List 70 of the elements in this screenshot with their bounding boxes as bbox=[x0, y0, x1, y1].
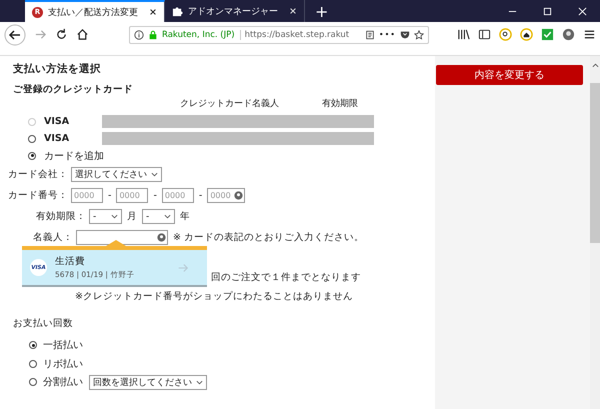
radio-label: 分割払い bbox=[43, 376, 83, 390]
separator: - bbox=[108, 190, 112, 201]
radio-button[interactable] bbox=[29, 341, 37, 350]
field-label: カード番号： bbox=[8, 189, 68, 202]
right-arrow-icon bbox=[177, 262, 189, 274]
note-text: ※クレジットカード番号がショップにわたることはありません bbox=[75, 290, 353, 304]
autofill-icon bbox=[234, 191, 244, 200]
library-icon[interactable] bbox=[457, 28, 470, 41]
puzzle-icon bbox=[172, 6, 183, 16]
scrollbar[interactable] bbox=[590, 56, 600, 409]
close-icon[interactable] bbox=[149, 8, 157, 16]
scroll-up-icon[interactable] bbox=[592, 62, 598, 69]
radio-label: 一括払い bbox=[43, 338, 83, 352]
card-number-field[interactable]: 0000 bbox=[71, 188, 103, 203]
url-text: https://basket.step.rakut bbox=[244, 30, 350, 40]
menu-icon[interactable] bbox=[583, 28, 596, 41]
home-icon[interactable] bbox=[76, 28, 89, 41]
account-icon[interactable] bbox=[562, 28, 575, 41]
year-select[interactable]: - bbox=[142, 209, 175, 224]
field-label: 名義人： bbox=[32, 231, 73, 244]
shield-icon[interactable] bbox=[400, 30, 410, 40]
chevron-icon bbox=[164, 213, 171, 220]
cardholder-name-field[interactable] bbox=[76, 230, 168, 245]
info-icon[interactable] bbox=[134, 30, 144, 40]
home-badge-icon[interactable] bbox=[520, 28, 533, 41]
update-button[interactable]: 内容を変更する bbox=[436, 65, 583, 85]
suggestion-title: 生活費 bbox=[55, 255, 86, 268]
card-number-field[interactable]: 0000 bbox=[116, 188, 148, 203]
card-brand: VISA bbox=[44, 116, 70, 127]
star-icon[interactable] bbox=[414, 30, 424, 40]
card-brand: VISA bbox=[44, 133, 70, 144]
card-number-field[interactable]: 0000 bbox=[162, 188, 194, 203]
chevron-icon bbox=[196, 378, 203, 386]
unit-label: 年 bbox=[180, 210, 190, 223]
chevron-icon bbox=[151, 171, 158, 178]
chevron-icon bbox=[111, 213, 118, 220]
installment-count-select[interactable]: 回数を選択してください bbox=[89, 374, 207, 390]
field-label: 有効期限： bbox=[35, 210, 86, 223]
subsection-heading: お支払い回数 bbox=[13, 317, 74, 331]
padlock-icon bbox=[148, 30, 158, 40]
card-company-select[interactable]: 選択してください bbox=[71, 167, 162, 182]
checkmark-icon[interactable] bbox=[541, 28, 554, 41]
note-text: 回のご注文で１件までとなります bbox=[211, 271, 361, 285]
card-number-field[interactable]: 0000 bbox=[207, 188, 246, 203]
radio-button[interactable] bbox=[28, 134, 36, 142]
reload-icon[interactable] bbox=[55, 28, 68, 41]
reader-view-icon[interactable] bbox=[364, 30, 375, 40]
radio-button[interactable] bbox=[28, 152, 36, 160]
separator: - bbox=[153, 190, 157, 201]
section-heading: 支払い方法を選択 bbox=[13, 62, 102, 77]
unit-label: 月 bbox=[127, 210, 137, 223]
address-bar[interactable]: Rakuten, Inc. (JP) https://basket.step.rakut ••• bbox=[129, 26, 429, 44]
maximize-icon[interactable] bbox=[543, 6, 552, 16]
radio-label: カードを追加 bbox=[44, 150, 104, 162]
separator: - bbox=[198, 190, 202, 201]
site-identity: Rakuten, Inc. (JP) bbox=[162, 30, 241, 40]
radio-button[interactable] bbox=[29, 360, 37, 368]
month-select[interactable]: - bbox=[89, 209, 122, 224]
autofill-icon bbox=[157, 233, 166, 242]
more-actions-button[interactable]: ••• bbox=[378, 30, 396, 39]
column-header: クレジットカード名義人 bbox=[180, 98, 280, 111]
radio-label: リボ払い bbox=[43, 358, 83, 371]
radio-button[interactable] bbox=[29, 378, 37, 386]
column-header: 有効期限 bbox=[322, 98, 358, 111]
sidebar-icon[interactable] bbox=[478, 28, 491, 41]
scrollbar-thumb[interactable] bbox=[590, 83, 600, 243]
field-label: カード会社： bbox=[8, 168, 68, 181]
new-tab-button[interactable]: + bbox=[305, 0, 338, 22]
hint-text: ※ カードの表記のとおりご入力ください。 bbox=[173, 231, 364, 244]
subsection-heading: ご登録のクレジットカード bbox=[13, 83, 134, 97]
